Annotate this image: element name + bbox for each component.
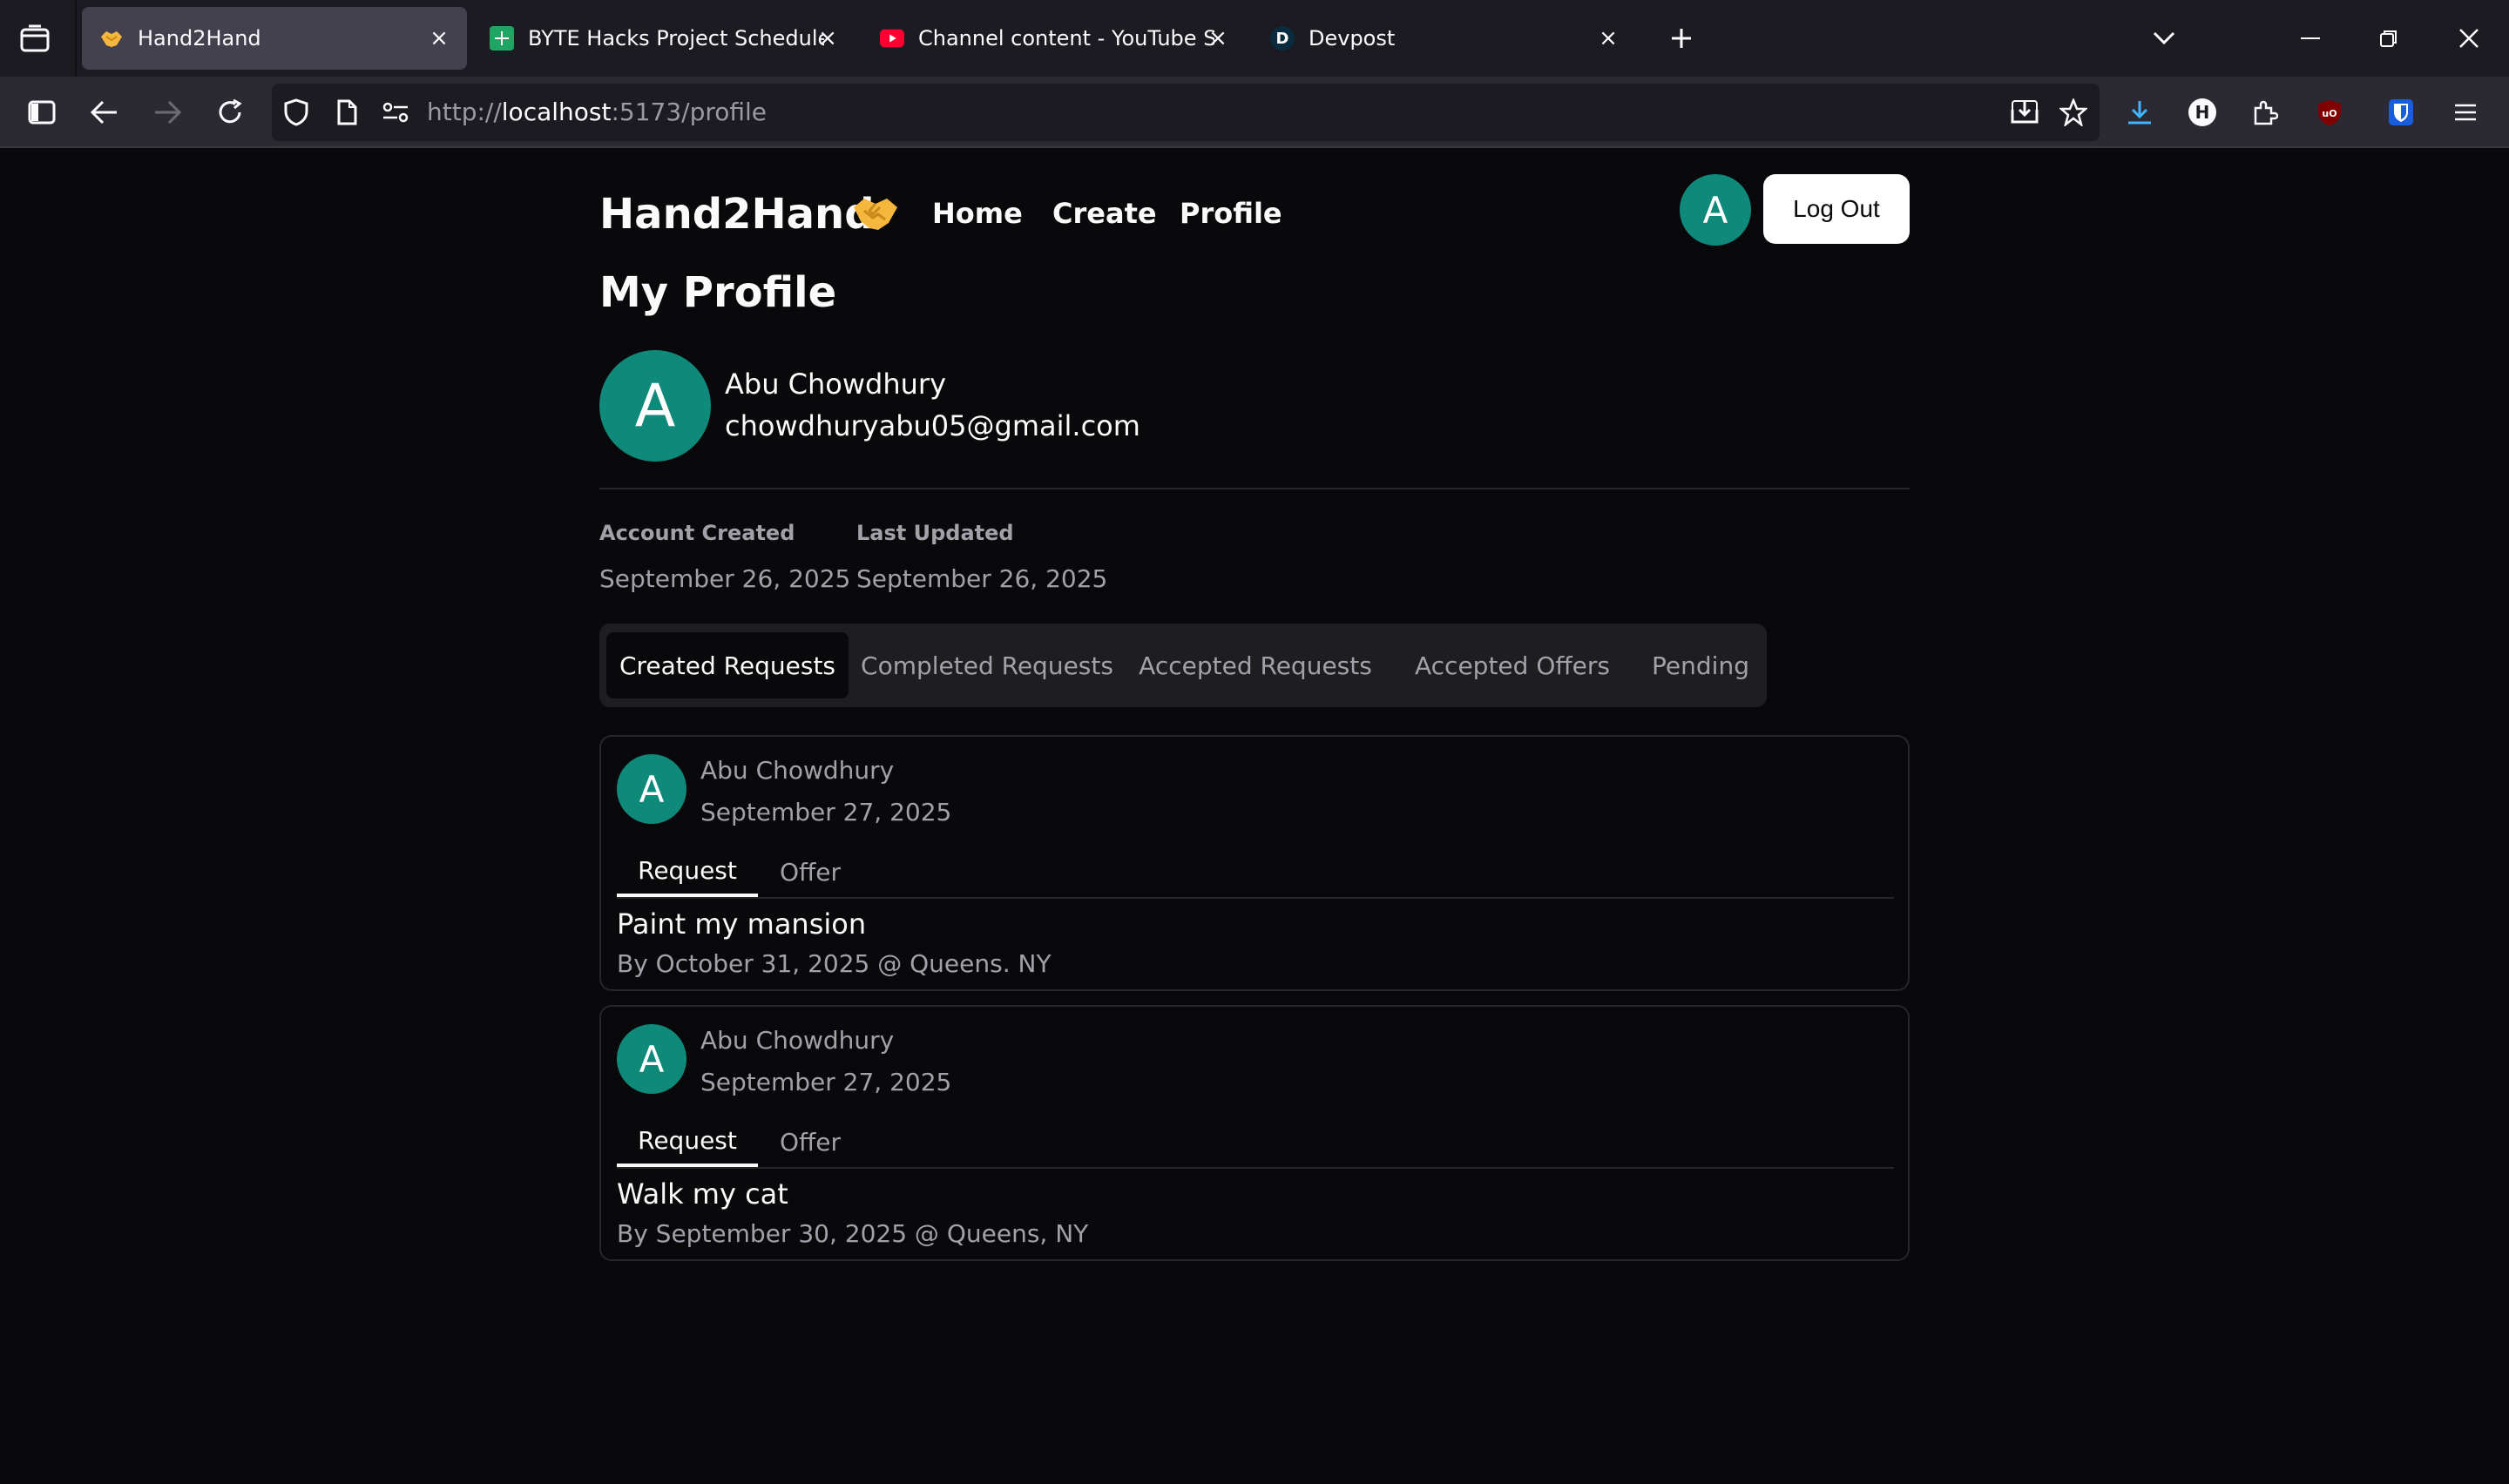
tab-separator — [75, 0, 77, 77]
tab-list-icon[interactable] — [16, 21, 54, 56]
nav-link-home[interactable]: Home — [932, 197, 1023, 230]
page-icon[interactable] — [328, 93, 366, 132]
new-tab-icon[interactable] — [1662, 19, 1701, 57]
tab-title: Channel content - YouTube Stu — [918, 26, 1214, 51]
url-path: :5173/profile — [611, 98, 768, 126]
url-text[interactable]: http://localhost:5173/profile — [427, 98, 767, 126]
card-avatar: A — [617, 1024, 686, 1094]
request-card[interactable]: A Abu Chowdhury September 27, 2025 Reque… — [599, 735, 1910, 991]
minimize-icon[interactable] — [2291, 19, 2330, 57]
reload-icon[interactable] — [211, 93, 249, 132]
close-tab-icon[interactable]: × — [427, 26, 451, 51]
url-host: localhost — [501, 98, 612, 126]
tab-completed-requests[interactable]: Completed Requests — [857, 632, 1117, 698]
extensions-icon[interactable] — [2246, 93, 2284, 132]
logout-button[interactable]: Log Out — [1763, 174, 1910, 244]
profile-tabs: Created Requests Completed Requests Acce… — [599, 624, 1767, 707]
account-created-value: September 26, 2025 — [599, 564, 851, 593]
browser-toolbar: http://localhost:5173/profile H uO — [0, 77, 2509, 148]
list-all-tabs-icon[interactable] — [2145, 19, 2183, 57]
downloads-icon[interactable] — [2120, 93, 2159, 132]
svg-text:H: H — [2195, 102, 2210, 123]
last-updated-value: September 26, 2025 — [856, 564, 1108, 593]
ublock-icon[interactable]: uO — [2310, 93, 2349, 132]
profile-name: Abu Chowdhury — [725, 368, 946, 401]
card-tab-offer[interactable]: Offer — [763, 847, 857, 897]
extension-h-icon[interactable]: H — [2183, 93, 2222, 132]
page-content: Hand2Hand Home Create Profile A Log Out … — [0, 148, 2509, 1484]
card-tab-request[interactable]: Request — [617, 1116, 758, 1167]
browser-tab-sheets[interactable]: BYTE Hacks Project Schedule - G × — [472, 7, 855, 70]
account-created-label: Account Created — [599, 521, 795, 545]
tab-pending[interactable]: Pending — [1641, 632, 1760, 698]
user-avatar[interactable]: A — [1680, 174, 1751, 246]
close-tab-icon[interactable]: × — [815, 26, 840, 51]
handshake-icon — [852, 193, 899, 233]
svg-text:uO: uO — [2322, 108, 2337, 119]
card-title: Walk my cat — [617, 1177, 788, 1211]
profile-avatar: A — [599, 350, 711, 462]
browser-tab-hand2hand[interactable]: Hand2Hand × — [82, 7, 467, 70]
devpost-icon: D — [1270, 26, 1295, 51]
last-updated-label: Last Updated — [856, 521, 1014, 545]
card-tab-divider — [617, 897, 1894, 899]
address-bar[interactable]: http://localhost:5173/profile — [272, 84, 2100, 141]
card-tab-offer[interactable]: Offer — [763, 1116, 857, 1167]
browser-tab-bar: Hand2Hand × BYTE Hacks Project Schedule … — [0, 0, 2509, 77]
tab-title: BYTE Hacks Project Schedule - G — [528, 26, 824, 51]
tab-created-requests[interactable]: Created Requests — [606, 632, 849, 698]
card-deadline-location: By October 31, 2025 @ Queens. NY — [617, 949, 1052, 978]
sheets-icon — [490, 26, 514, 51]
card-tab-request[interactable]: Request — [617, 847, 758, 897]
handshake-icon — [99, 26, 124, 51]
browser-tab-devpost[interactable]: D Devpost × — [1253, 7, 1636, 70]
browser-tab-youtube[interactable]: Channel content - YouTube Stu × — [862, 7, 1246, 70]
page-title: My Profile — [599, 268, 837, 317]
card-date: September 27, 2025 — [700, 1068, 952, 1096]
brand-logo-text[interactable]: Hand2Hand — [599, 190, 875, 239]
tab-accepted-requests[interactable]: Accepted Requests — [1127, 632, 1383, 698]
tab-title: Devpost — [1309, 26, 1396, 51]
request-card[interactable]: A Abu Chowdhury September 27, 2025 Reque… — [599, 1005, 1910, 1261]
forward-icon[interactable] — [148, 93, 186, 132]
tab-title: Hand2Hand — [138, 26, 261, 51]
tab-accepted-offers[interactable]: Accepted Offers — [1392, 632, 1633, 698]
card-deadline-location: By September 30, 2025 @ Queens, NY — [617, 1219, 1089, 1248]
back-icon[interactable] — [85, 93, 124, 132]
shield-icon[interactable] — [277, 93, 315, 132]
nav-link-profile[interactable]: Profile — [1180, 197, 1282, 230]
permissions-icon[interactable] — [376, 93, 415, 132]
card-tab-divider — [617, 1167, 1894, 1169]
card-author-name: Abu Chowdhury — [700, 1026, 895, 1055]
profile-email: chowdhuryabu05@gmail.com — [725, 409, 1140, 442]
menu-icon[interactable] — [2446, 93, 2485, 132]
close-tab-icon[interactable]: × — [1596, 26, 1620, 51]
url-scheme: http:// — [427, 98, 502, 126]
card-author-name: Abu Chowdhury — [700, 756, 895, 785]
bitwarden-icon[interactable] — [2382, 93, 2420, 132]
save-page-icon[interactable] — [2005, 93, 2044, 132]
youtube-icon — [880, 26, 904, 51]
card-avatar: A — [617, 754, 686, 824]
card-title: Paint my mansion — [617, 907, 867, 941]
close-tab-icon[interactable]: × — [1206, 26, 1230, 51]
bookmark-star-icon[interactable] — [2054, 93, 2093, 132]
restore-icon[interactable] — [2370, 19, 2408, 57]
close-window-icon[interactable] — [2450, 19, 2488, 57]
card-date: September 27, 2025 — [700, 798, 952, 826]
nav-link-create[interactable]: Create — [1052, 197, 1157, 230]
sidebar-icon[interactable] — [23, 93, 61, 132]
profile-divider — [599, 488, 1910, 489]
